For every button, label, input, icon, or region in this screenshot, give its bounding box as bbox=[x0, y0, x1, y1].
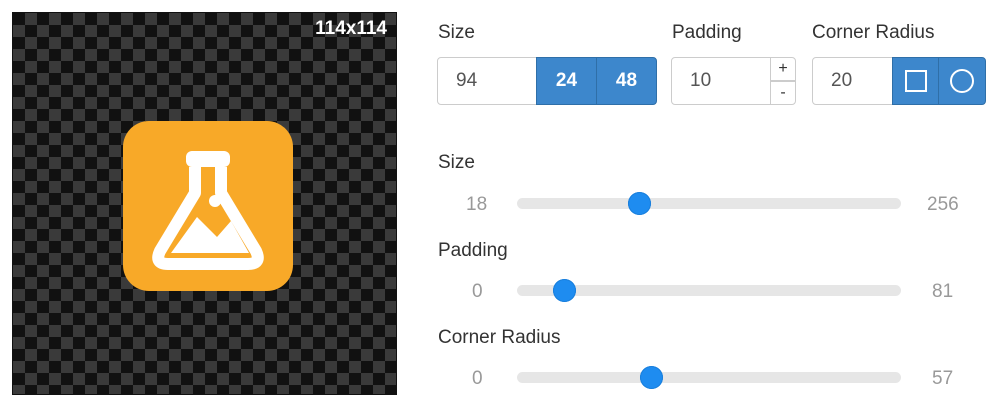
icon-preview-canvas: 114x114 bbox=[12, 12, 397, 395]
preview-dimensions: 114x114 bbox=[315, 18, 387, 39]
padding-slider-label: Padding bbox=[438, 240, 508, 261]
size-48-button[interactable]: 48 bbox=[596, 57, 657, 105]
corner-circle-button[interactable] bbox=[938, 57, 986, 105]
size-slider-max: 256 bbox=[927, 194, 959, 215]
corner-radius-slider-track[interactable] bbox=[517, 366, 901, 389]
corner-radius-input[interactable]: 20 bbox=[812, 57, 893, 105]
flask-image-icon bbox=[152, 151, 264, 270]
corner-radius-slider-label: Corner Radius bbox=[438, 327, 561, 348]
padding-input[interactable]: 10 bbox=[671, 57, 771, 105]
square-icon bbox=[904, 70, 927, 92]
size-input[interactable]: 94 bbox=[437, 57, 537, 105]
size-24-button[interactable]: 24 bbox=[536, 57, 597, 105]
icon-tile bbox=[123, 121, 293, 291]
circle-icon bbox=[950, 69, 974, 93]
padding-increment-button[interactable]: + bbox=[770, 57, 796, 81]
size-slider-track[interactable] bbox=[517, 192, 901, 215]
size-slider-label: Size bbox=[438, 152, 475, 173]
padding-slider-track[interactable] bbox=[517, 279, 901, 302]
corner-radius-slider-thumb[interactable] bbox=[640, 366, 664, 389]
corner-square-button[interactable] bbox=[892, 57, 939, 105]
padding-label: Padding bbox=[672, 22, 742, 43]
padding-slider-thumb[interactable] bbox=[552, 279, 576, 302]
padding-slider-min: 0 bbox=[472, 281, 483, 302]
size-label: Size bbox=[438, 22, 475, 43]
corner-radius-slider-max: 57 bbox=[932, 368, 954, 389]
padding-decrement-button[interactable]: - bbox=[770, 81, 796, 105]
corner-radius-label: Corner Radius bbox=[812, 22, 935, 43]
size-slider-thumb[interactable] bbox=[628, 192, 652, 215]
corner-radius-slider-min: 0 bbox=[472, 368, 483, 389]
size-slider-min: 18 bbox=[466, 194, 488, 215]
padding-slider-max: 81 bbox=[932, 281, 954, 302]
